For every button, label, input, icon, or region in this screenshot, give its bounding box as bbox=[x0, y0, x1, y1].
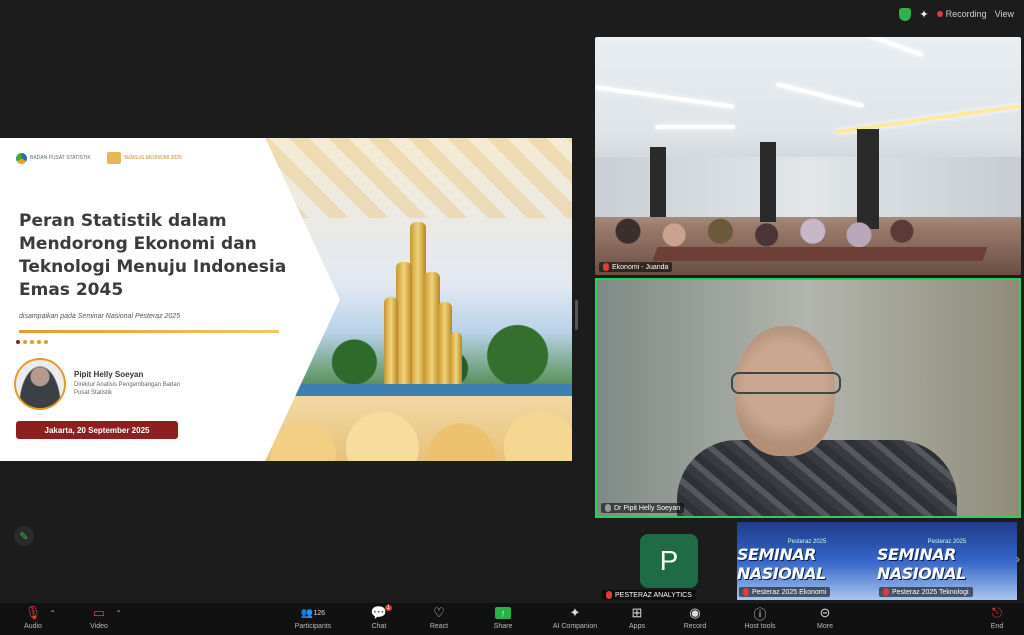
leave-icon: ⎋ bbox=[991, 605, 1003, 620]
speaker-body bbox=[677, 440, 957, 516]
recording-dot-icon bbox=[936, 11, 943, 17]
bps-logo-icon bbox=[16, 152, 27, 164]
participant-name-label: Pesteraz 2025 Ekonomi bbox=[739, 587, 831, 597]
recording-indicator[interactable]: Recording bbox=[936, 9, 987, 19]
video-tile-avatar[interactable]: P PESTERAZ ANALYTICS bbox=[602, 522, 714, 600]
pencil-icon[interactable]: ✎ bbox=[14, 526, 34, 546]
react-button[interactable]: ♡ React bbox=[412, 605, 466, 630]
participant-name-label: PESTERAZ ANALYTICS bbox=[602, 590, 696, 600]
participant-name-label: Pesteraz 2025 Teknologi bbox=[879, 587, 973, 597]
audio-options-caret[interactable]: ⌃ bbox=[49, 609, 56, 618]
slide-logos: BADAN PUSAT STATISTIK SENSUS EKONOMI 202… bbox=[16, 152, 182, 164]
bps-logo: BADAN PUSAT STATISTIK bbox=[16, 152, 91, 164]
share-screen-icon: ↑ bbox=[494, 605, 512, 621]
mic-icon bbox=[605, 504, 611, 512]
sensus-logo-icon bbox=[106, 152, 121, 164]
more-icon: ⊝ bbox=[819, 605, 831, 620]
chat-button[interactable]: 💬 1 Chat bbox=[352, 605, 406, 630]
slide-divider bbox=[19, 330, 279, 333]
apps-button[interactable]: ⊞ Apps bbox=[610, 605, 664, 630]
sparkle-icon[interactable]: ✦ bbox=[919, 8, 928, 21]
slide-speaker-role: Direktur Analisis Pengembangan Badan Pus… bbox=[74, 382, 181, 396]
video-tile-active-speaker[interactable]: Dr Pipit Helly Soeyan bbox=[595, 278, 1021, 518]
meeting-toolbar: 🎙 ⌃ Audio ▭ ⌃ Video 👥 126 Participants 💬 1 … bbox=[0, 603, 1024, 635]
view-button[interactable]: View bbox=[995, 9, 1014, 19]
slide-subtitle: disampaikan pada Seminar Nasional Pester… bbox=[19, 313, 181, 320]
slide-date-badge: Jakarta, 20 September 2025 bbox=[16, 421, 178, 439]
audio-button[interactable]: 🎙 ⌃ Audio bbox=[6, 605, 60, 630]
video-tile-seminar-banner[interactable]: Pesteraz 2025 SEMINAR NASIONAL Pesteraz … bbox=[737, 522, 1017, 600]
shield-icon[interactable] bbox=[899, 7, 912, 21]
host-tools-button[interactable]: ⓘ Host tools bbox=[730, 605, 790, 631]
slide-pattern bbox=[250, 138, 572, 218]
participants-button[interactable]: 👥 126 Participants bbox=[278, 605, 348, 631]
video-tile-room[interactable]: Ekonomi - Juanda bbox=[595, 37, 1021, 275]
slide-speaker-name: Pipit Helly Soeyan bbox=[74, 370, 144, 379]
more-button[interactable]: ⊝ More bbox=[798, 605, 852, 630]
record-button[interactable]: ◉ Record bbox=[668, 605, 722, 630]
participant-name-label: Ekonomi - Juanda bbox=[599, 262, 673, 272]
slide-dots bbox=[16, 340, 48, 344]
participant-name-label: Dr Pipit Helly Soeyan bbox=[601, 503, 685, 513]
share-button[interactable]: ↑ Share bbox=[476, 605, 530, 630]
mic-muted-icon bbox=[603, 263, 609, 271]
end-button[interactable]: ⎋ End bbox=[974, 605, 1020, 630]
ai-companion-button[interactable]: ✦ AI Companion bbox=[540, 605, 610, 630]
next-page-chevron-icon[interactable]: › bbox=[1016, 552, 1020, 566]
meeting-status-bar: ✦ Recording View bbox=[844, 0, 1024, 28]
speaker-glasses bbox=[731, 372, 841, 394]
video-options-caret[interactable]: ⌃ bbox=[115, 609, 122, 618]
mic-muted-icon bbox=[606, 591, 612, 599]
chat-unread-badge: 1 bbox=[384, 605, 392, 611]
sensus-logo: SENSUS EKONOMI 2026 bbox=[106, 152, 182, 164]
mic-muted-icon bbox=[743, 588, 749, 596]
participants-icon: 👥 126 bbox=[300, 607, 326, 619]
desk bbox=[652, 247, 988, 261]
slide-title: Peran Statistik dalam Mendorong Ekonomi … bbox=[19, 211, 287, 300]
zoom-meeting-window: ✦ Recording View BADAN PUSAT STATISTIK S… bbox=[0, 0, 1024, 635]
speaker-photo bbox=[14, 358, 66, 410]
sparkle-icon: ✦ bbox=[569, 605, 581, 620]
mic-muted-icon bbox=[883, 588, 889, 596]
apps-icon: ⊞ bbox=[631, 605, 643, 620]
monument-image bbox=[380, 222, 464, 392]
host-tools-icon: ⓘ bbox=[753, 606, 767, 622]
video-off-icon: ▭ bbox=[92, 605, 106, 620]
slide-clouds bbox=[256, 396, 572, 461]
heart-icon: ♡ bbox=[433, 605, 445, 620]
split-view-resize-handle[interactable] bbox=[575, 300, 578, 330]
avatar: P bbox=[640, 534, 698, 588]
shared-screen-slide[interactable]: BADAN PUSAT STATISTIK SENSUS EKONOMI 202… bbox=[0, 138, 572, 461]
video-button[interactable]: ▭ ⌃ Video bbox=[72, 605, 126, 630]
mic-muted-icon: 🎙 bbox=[24, 605, 42, 620]
record-icon: ◉ bbox=[689, 605, 701, 620]
